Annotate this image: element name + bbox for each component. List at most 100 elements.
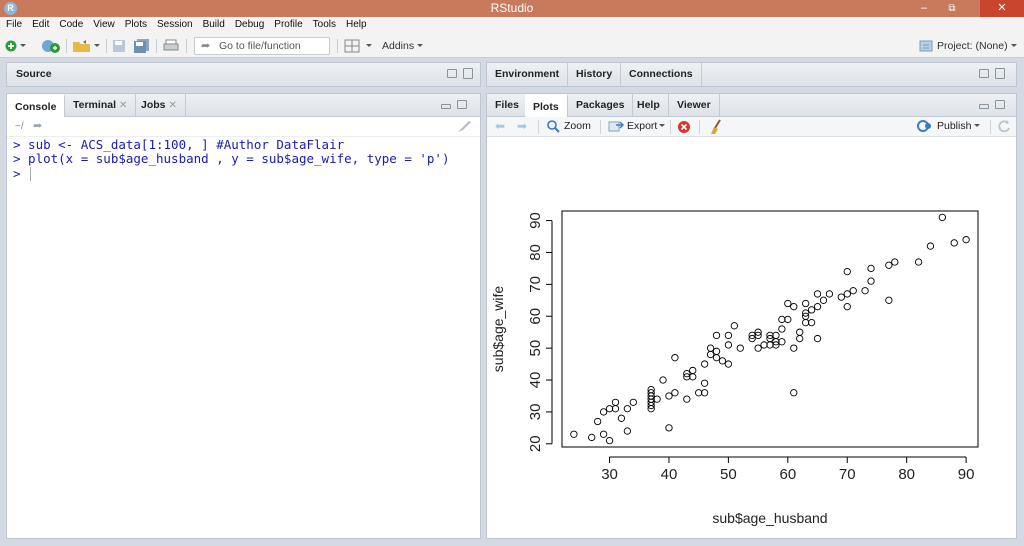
data-point bbox=[861, 287, 869, 295]
back-arrow-icon[interactable]: ⬅ bbox=[495, 119, 505, 133]
menu-edit[interactable]: Edit bbox=[27, 17, 54, 30]
console-pane: Console Terminal ✕ Jobs ✕ ~/ ➦ > sub <- AC… bbox=[6, 93, 481, 539]
go-to-file-input[interactable]: ➦ Go to file/function bbox=[194, 37, 330, 55]
data-point bbox=[671, 354, 679, 362]
close-tab-icon[interactable]: ✕ bbox=[169, 100, 177, 111]
close-icon[interactable]: ✕ bbox=[980, 0, 1024, 17]
project-icon bbox=[919, 40, 933, 52]
x-tick-label: 90 bbox=[958, 466, 975, 483]
data-point bbox=[938, 213, 946, 222]
data-point bbox=[623, 405, 632, 413]
data-point bbox=[653, 395, 661, 403]
data-point bbox=[617, 414, 626, 422]
tab-history[interactable]: History bbox=[568, 63, 622, 86]
menu-build[interactable]: Build bbox=[198, 17, 230, 30]
tab-packages[interactable]: Packages bbox=[568, 94, 634, 117]
y-tick-label: 30 bbox=[527, 404, 544, 421]
tab-connections[interactable]: Connections bbox=[621, 63, 702, 86]
tab-plots[interactable]: Plots bbox=[525, 94, 568, 117]
tab-viewer[interactable]: Viewer bbox=[669, 94, 720, 117]
tab-jobs[interactable]: Jobs ✕ bbox=[133, 94, 186, 117]
restore-pane-icon[interactable] bbox=[447, 69, 457, 78]
menu-session[interactable]: Session bbox=[152, 17, 198, 30]
data-point bbox=[867, 277, 875, 285]
data-point bbox=[843, 267, 851, 276]
menu-tools[interactable]: Tools bbox=[308, 17, 341, 30]
forward-arrow-icon[interactable]: ➡ bbox=[517, 119, 527, 133]
addins-menu[interactable]: Addins bbox=[382, 38, 426, 54]
open-file-button[interactable] bbox=[72, 38, 102, 54]
restore-pane-icon[interactable] bbox=[457, 100, 467, 109]
clear-console-icon[interactable] bbox=[456, 120, 472, 134]
project-menu[interactable]: Project: (None) bbox=[918, 38, 1020, 54]
menu-help[interactable]: Help bbox=[341, 17, 372, 30]
data-point bbox=[885, 296, 893, 304]
new-project-button[interactable] bbox=[40, 38, 62, 54]
data-point bbox=[724, 360, 733, 368]
data-point bbox=[712, 347, 721, 355]
maximize-pane-icon[interactable] bbox=[463, 68, 473, 79]
data-point bbox=[700, 360, 709, 368]
menu-plots[interactable]: Plots bbox=[120, 17, 152, 30]
data-point bbox=[712, 354, 721, 362]
console-prompt[interactable]: > bbox=[13, 166, 28, 181]
addins-label: Addins bbox=[382, 40, 415, 52]
data-point bbox=[588, 433, 596, 442]
data-point bbox=[599, 430, 608, 438]
data-point bbox=[819, 296, 828, 304]
refresh-icon[interactable] bbox=[996, 119, 1012, 135]
clear-plots-broom-icon[interactable] bbox=[709, 119, 725, 135]
data-point bbox=[724, 331, 733, 340]
remove-plot-icon[interactable] bbox=[677, 120, 691, 134]
tab-environment[interactable]: Environment bbox=[487, 63, 569, 86]
new-file-button[interactable] bbox=[4, 38, 30, 54]
y-tick-label: 20 bbox=[527, 435, 544, 452]
tab-terminal[interactable]: Terminal ✕ bbox=[65, 94, 137, 117]
y-tick-label: 90 bbox=[527, 212, 544, 229]
data-point bbox=[813, 290, 822, 298]
menu-code[interactable]: Code bbox=[54, 17, 88, 30]
chevron-down-icon bbox=[417, 44, 424, 47]
tab-help[interactable]: Help bbox=[629, 94, 669, 117]
working-directory[interactable]: ~/ bbox=[15, 121, 24, 132]
save-all-button[interactable] bbox=[134, 38, 150, 54]
menu-file[interactable]: File bbox=[0, 17, 27, 30]
zoom-button[interactable]: Zoom bbox=[546, 119, 591, 133]
data-point bbox=[807, 318, 816, 327]
tab-files[interactable]: Files bbox=[487, 94, 528, 117]
data-points bbox=[570, 213, 970, 445]
minimize-pane-icon[interactable] bbox=[979, 104, 989, 109]
console-cursor bbox=[30, 167, 31, 181]
data-point bbox=[891, 258, 899, 266]
menu-view[interactable]: View bbox=[88, 17, 120, 30]
tab-console[interactable]: Console bbox=[7, 94, 66, 117]
maximize-pane-icon[interactable] bbox=[995, 68, 1005, 79]
export-icon bbox=[608, 121, 624, 132]
save-button[interactable] bbox=[112, 38, 126, 54]
restore-icon[interactable]: ⧉ bbox=[938, 0, 966, 17]
data-point bbox=[706, 344, 715, 352]
minimize-pane-icon[interactable] bbox=[441, 104, 451, 109]
chevron-down-icon bbox=[1010, 44, 1017, 47]
restore-pane-icon[interactable] bbox=[995, 100, 1005, 109]
data-point bbox=[665, 424, 673, 432]
zoom-magnifier-icon bbox=[547, 120, 560, 133]
menu-debug[interactable]: Debug bbox=[230, 17, 269, 30]
layout-button[interactable] bbox=[344, 38, 374, 54]
data-point bbox=[683, 395, 691, 403]
data-point bbox=[605, 405, 614, 413]
y-tick-label: 50 bbox=[527, 340, 544, 357]
close-tab-icon[interactable]: ✕ bbox=[119, 100, 127, 111]
save-all-icon bbox=[134, 39, 149, 53]
y-tick-label: 70 bbox=[527, 276, 544, 293]
publish-menu[interactable]: Publish bbox=[917, 119, 983, 133]
minimize-icon[interactable]: ‒ bbox=[910, 0, 938, 17]
restore-pane-icon[interactable] bbox=[979, 69, 989, 78]
export-menu[interactable]: Export bbox=[608, 119, 667, 133]
go-to-directory-icon[interactable]: ➦ bbox=[33, 119, 42, 132]
data-point bbox=[665, 392, 673, 400]
menu-profile[interactable]: Profile bbox=[269, 17, 307, 30]
print-button[interactable] bbox=[163, 38, 179, 54]
y-tick-label: 40 bbox=[527, 372, 544, 389]
data-point bbox=[659, 376, 667, 384]
